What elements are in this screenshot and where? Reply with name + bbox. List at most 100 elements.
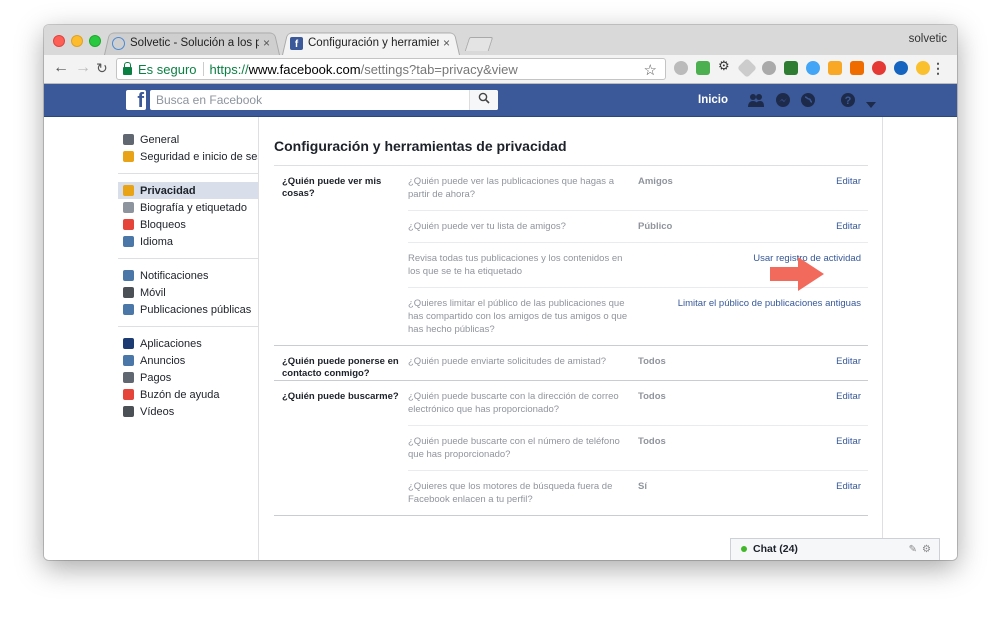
back-icon[interactable]: ← <box>53 59 69 77</box>
edit-link[interactable]: Editar <box>836 355 861 368</box>
tab-title: Configuración y herramientas de privacid… <box>308 37 439 49</box>
messenger-icon[interactable] <box>775 92 791 108</box>
facebook-search-input[interactable]: Busca en Facebook <box>150 90 498 110</box>
mobile-icon <box>123 287 134 298</box>
setting-value: Público <box>638 221 673 232</box>
sidebar-item[interactable]: Pagos <box>118 369 258 386</box>
yellow-extension-icon[interactable] <box>916 61 930 75</box>
edit-link[interactable]: Editar <box>836 480 861 493</box>
red-extension-icon[interactable] <box>872 61 886 75</box>
browser-menu-icon[interactable]: ⋮ <box>931 60 945 77</box>
setting-question: ¿Quién puede buscarte con la dirección d… <box>408 391 619 415</box>
sidebar-item[interactable]: Móvil <box>118 284 258 301</box>
tab-solvetic[interactable]: Solvetic - Solución a los problemas × <box>104 31 280 55</box>
sidebar-item-label: Publicaciones públicas <box>140 303 252 316</box>
card-icon <box>123 372 134 383</box>
chart-extension-icon[interactable] <box>850 61 864 75</box>
edit-link[interactable]: Editar <box>836 220 861 233</box>
settings-sidebar: General Seguridad e inicio de sesión Priva… <box>118 131 258 420</box>
reload-icon[interactable]: ↻ <box>96 60 108 77</box>
address-bar[interactable]: Es seguro https://www.facebook.com/setti… <box>116 58 666 80</box>
forward-icon[interactable]: → <box>75 59 91 77</box>
section-label: ¿Quién puede ver mis cosas? <box>282 176 382 199</box>
facebook-logo-icon[interactable]: f <box>126 90 146 110</box>
privacy-setting-row[interactable]: ¿Quién puede ver tu lista de amigos? Públ… <box>408 210 868 242</box>
sidebar-item[interactable]: Seguridad e inicio de sesión <box>118 148 258 165</box>
privacy-setting-row[interactable]: ¿Quién puede buscarte con la dirección d… <box>408 381 868 425</box>
tab-title: Solvetic - Solución a los problemas <box>130 37 259 49</box>
tab-close-icon[interactable]: × <box>263 36 270 50</box>
sidebar-item[interactable]: Anuncios <box>118 352 258 369</box>
privacy-setting-row[interactable]: ¿Quién puede ver las publicaciones que h… <box>408 166 868 210</box>
close-window-button[interactable] <box>53 35 65 47</box>
privacy-section: ¿Quién puede ponerse en contacto conmigo… <box>274 346 868 381</box>
edit-link[interactable]: Editar <box>836 435 861 448</box>
setting-value: Todos <box>638 436 666 447</box>
setting-value: Sí <box>638 481 647 492</box>
edit-link[interactable]: Editar <box>836 175 861 188</box>
setting-question: ¿Quieres que los motores de búsqueda fue… <box>408 481 613 505</box>
sidebar-item[interactable]: Bloqueos <box>118 216 258 233</box>
sidebar-item-label: Móvil <box>140 286 166 299</box>
film-icon <box>123 406 134 417</box>
tab-facebook-privacy[interactable]: f Configuración y herramientas de privac… <box>282 31 460 55</box>
svg-text:?: ? <box>845 95 852 107</box>
home-link[interactable]: Inicio <box>698 94 728 106</box>
lifebuoy-icon <box>123 389 134 400</box>
sidebar-item[interactable]: Aplicaciones <box>118 335 258 352</box>
help-icon[interactable]: ? <box>840 92 856 108</box>
globe-icon <box>123 270 134 281</box>
setting-question: ¿Quién puede ver tu lista de amigos? <box>408 221 566 232</box>
sidebar-item-label: Bloqueos <box>140 218 186 231</box>
minimize-window-button[interactable] <box>71 35 83 47</box>
privacy-setting-row[interactable]: ¿Quién puede buscarte con el número de t… <box>408 425 868 470</box>
sidebar-item[interactable]: Privacidad <box>118 182 258 199</box>
zoom-window-button[interactable] <box>89 35 101 47</box>
tab-close-icon[interactable]: × <box>443 36 450 50</box>
privacy-setting-row[interactable]: ¿Quieres que los motores de búsqueda fue… <box>408 470 868 515</box>
blue-extension-icon[interactable] <box>806 61 820 75</box>
edit-link[interactable]: Editar <box>836 390 861 403</box>
c-extension-icon[interactable] <box>784 61 798 75</box>
sidebar-divider <box>118 258 258 259</box>
sidebar-item[interactable]: Publicaciones públicas <box>118 301 258 318</box>
sidebar-item[interactable]: Idioma <box>118 233 258 250</box>
new-tab-button[interactable] <box>464 37 494 51</box>
gears-icon <box>123 134 134 145</box>
friend-requests-icon[interactable] <box>747 92 765 108</box>
sidebar-item-label: General <box>140 133 180 146</box>
bookmark-star-icon[interactable]: ☆ <box>644 61 657 79</box>
privacy-section: ¿Quién puede buscarme? ¿Quién puede busca… <box>274 381 868 516</box>
arrow-down-extension-icon[interactable] <box>828 61 842 75</box>
compose-icon[interactable]: ✎ <box>909 539 917 560</box>
sidebar-item[interactable]: Biografía y etiquetado <box>118 199 258 216</box>
sidebar-item[interactable]: Notificaciones <box>118 267 258 284</box>
settings-page: General Seguridad e inicio de sesión Priva… <box>44 117 957 560</box>
tag-extension-icon[interactable] <box>737 58 757 78</box>
globe-extension-icon[interactable] <box>762 61 776 75</box>
account-menu-icon[interactable] <box>866 96 876 112</box>
notifications-globe-icon[interactable] <box>800 92 816 108</box>
apps-icon <box>123 338 134 349</box>
url-path: /settings?tab=privacy&view <box>360 61 518 77</box>
sidebar-item[interactable]: Buzón de ayuda <box>118 386 258 403</box>
profile-name[interactable]: solvetic <box>909 33 947 45</box>
sidebar-item[interactable]: Vídeos <box>118 403 258 420</box>
sidebar-item[interactable]: General <box>118 131 258 148</box>
setting-action-link[interactable]: Limitar el público de publicaciones anti… <box>678 297 861 310</box>
privacy-setting-row[interactable]: ¿Quién puede enviarte solicitudes de ami… <box>408 346 868 377</box>
browser-toolbar: ← → ↻ Es seguro https://www.facebook.com… <box>44 55 957 84</box>
gear-extension-icon[interactable]: ⚙ <box>718 58 732 73</box>
privacy-setting-row[interactable]: ¿Quieres limitar el público de las publi… <box>408 287 868 345</box>
solvetic-favicon-icon <box>112 36 125 50</box>
setting-question: ¿Quieres limitar el público de las publi… <box>408 298 628 335</box>
chat-settings-gear-icon[interactable]: ⚙ <box>922 539 931 560</box>
rss-icon <box>123 304 134 315</box>
circle-extension-icon[interactable] <box>894 61 908 75</box>
download-extension-icon[interactable] <box>696 61 710 75</box>
chat-sidebar-tab[interactable]: Chat (24) ✎ ⚙ <box>730 538 940 560</box>
cloud-extension-icon[interactable] <box>674 61 688 75</box>
url-scheme: https:// <box>209 61 249 77</box>
lock-icon <box>123 185 134 196</box>
search-icon[interactable] <box>469 90 498 110</box>
